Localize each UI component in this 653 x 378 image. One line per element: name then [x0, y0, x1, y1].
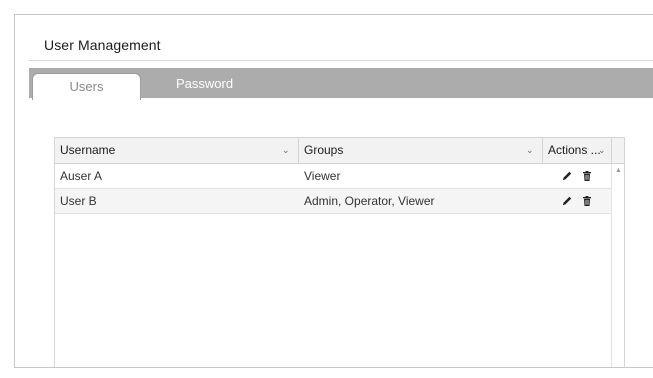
- column-label-actions: Actions ...: [548, 143, 601, 157]
- column-header-actions[interactable]: Actions ... ⌄: [543, 138, 611, 163]
- column-label-groups: Groups: [304, 143, 344, 157]
- column-label-username: Username: [60, 143, 116, 157]
- chevron-down-icon[interactable]: ⌄: [526, 138, 534, 163]
- users-table: Username ⌄ Groups ⌄ Actions ... ⌄ Auser …: [54, 137, 625, 367]
- user-management-panel: User Management Users Password Username …: [14, 14, 653, 368]
- page-title: User Management: [44, 37, 161, 53]
- cell-groups: Viewer: [304, 169, 341, 183]
- tab-users[interactable]: Users: [32, 73, 141, 100]
- table-header: Username ⌄ Groups ⌄ Actions ... ⌄: [55, 138, 624, 164]
- chevron-down-icon[interactable]: ⌄: [282, 138, 290, 163]
- chevron-down-icon[interactable]: ⌄: [598, 138, 606, 163]
- column-divider: [611, 138, 612, 164]
- vertical-scrollbar[interactable]: ▲: [611, 164, 624, 367]
- cell-username: User B: [60, 194, 97, 208]
- table-row[interactable]: User B Admin, Operator, Viewer: [55, 189, 611, 214]
- column-header-groups[interactable]: Groups ⌄: [299, 138, 542, 163]
- pencil-icon[interactable]: [561, 170, 573, 182]
- trash-icon[interactable]: [581, 195, 593, 207]
- title-divider: [29, 60, 653, 61]
- cell-groups: Admin, Operator, Viewer: [304, 194, 435, 208]
- tab-password[interactable]: Password: [176, 75, 233, 93]
- trash-icon[interactable]: [581, 170, 593, 182]
- pencil-icon[interactable]: [561, 195, 573, 207]
- cell-username: Auser A: [60, 169, 103, 183]
- table-row[interactable]: Auser A Viewer: [55, 164, 611, 189]
- column-header-username[interactable]: Username ⌄: [55, 138, 298, 163]
- caret-up-icon[interactable]: ▲: [613, 166, 624, 176]
